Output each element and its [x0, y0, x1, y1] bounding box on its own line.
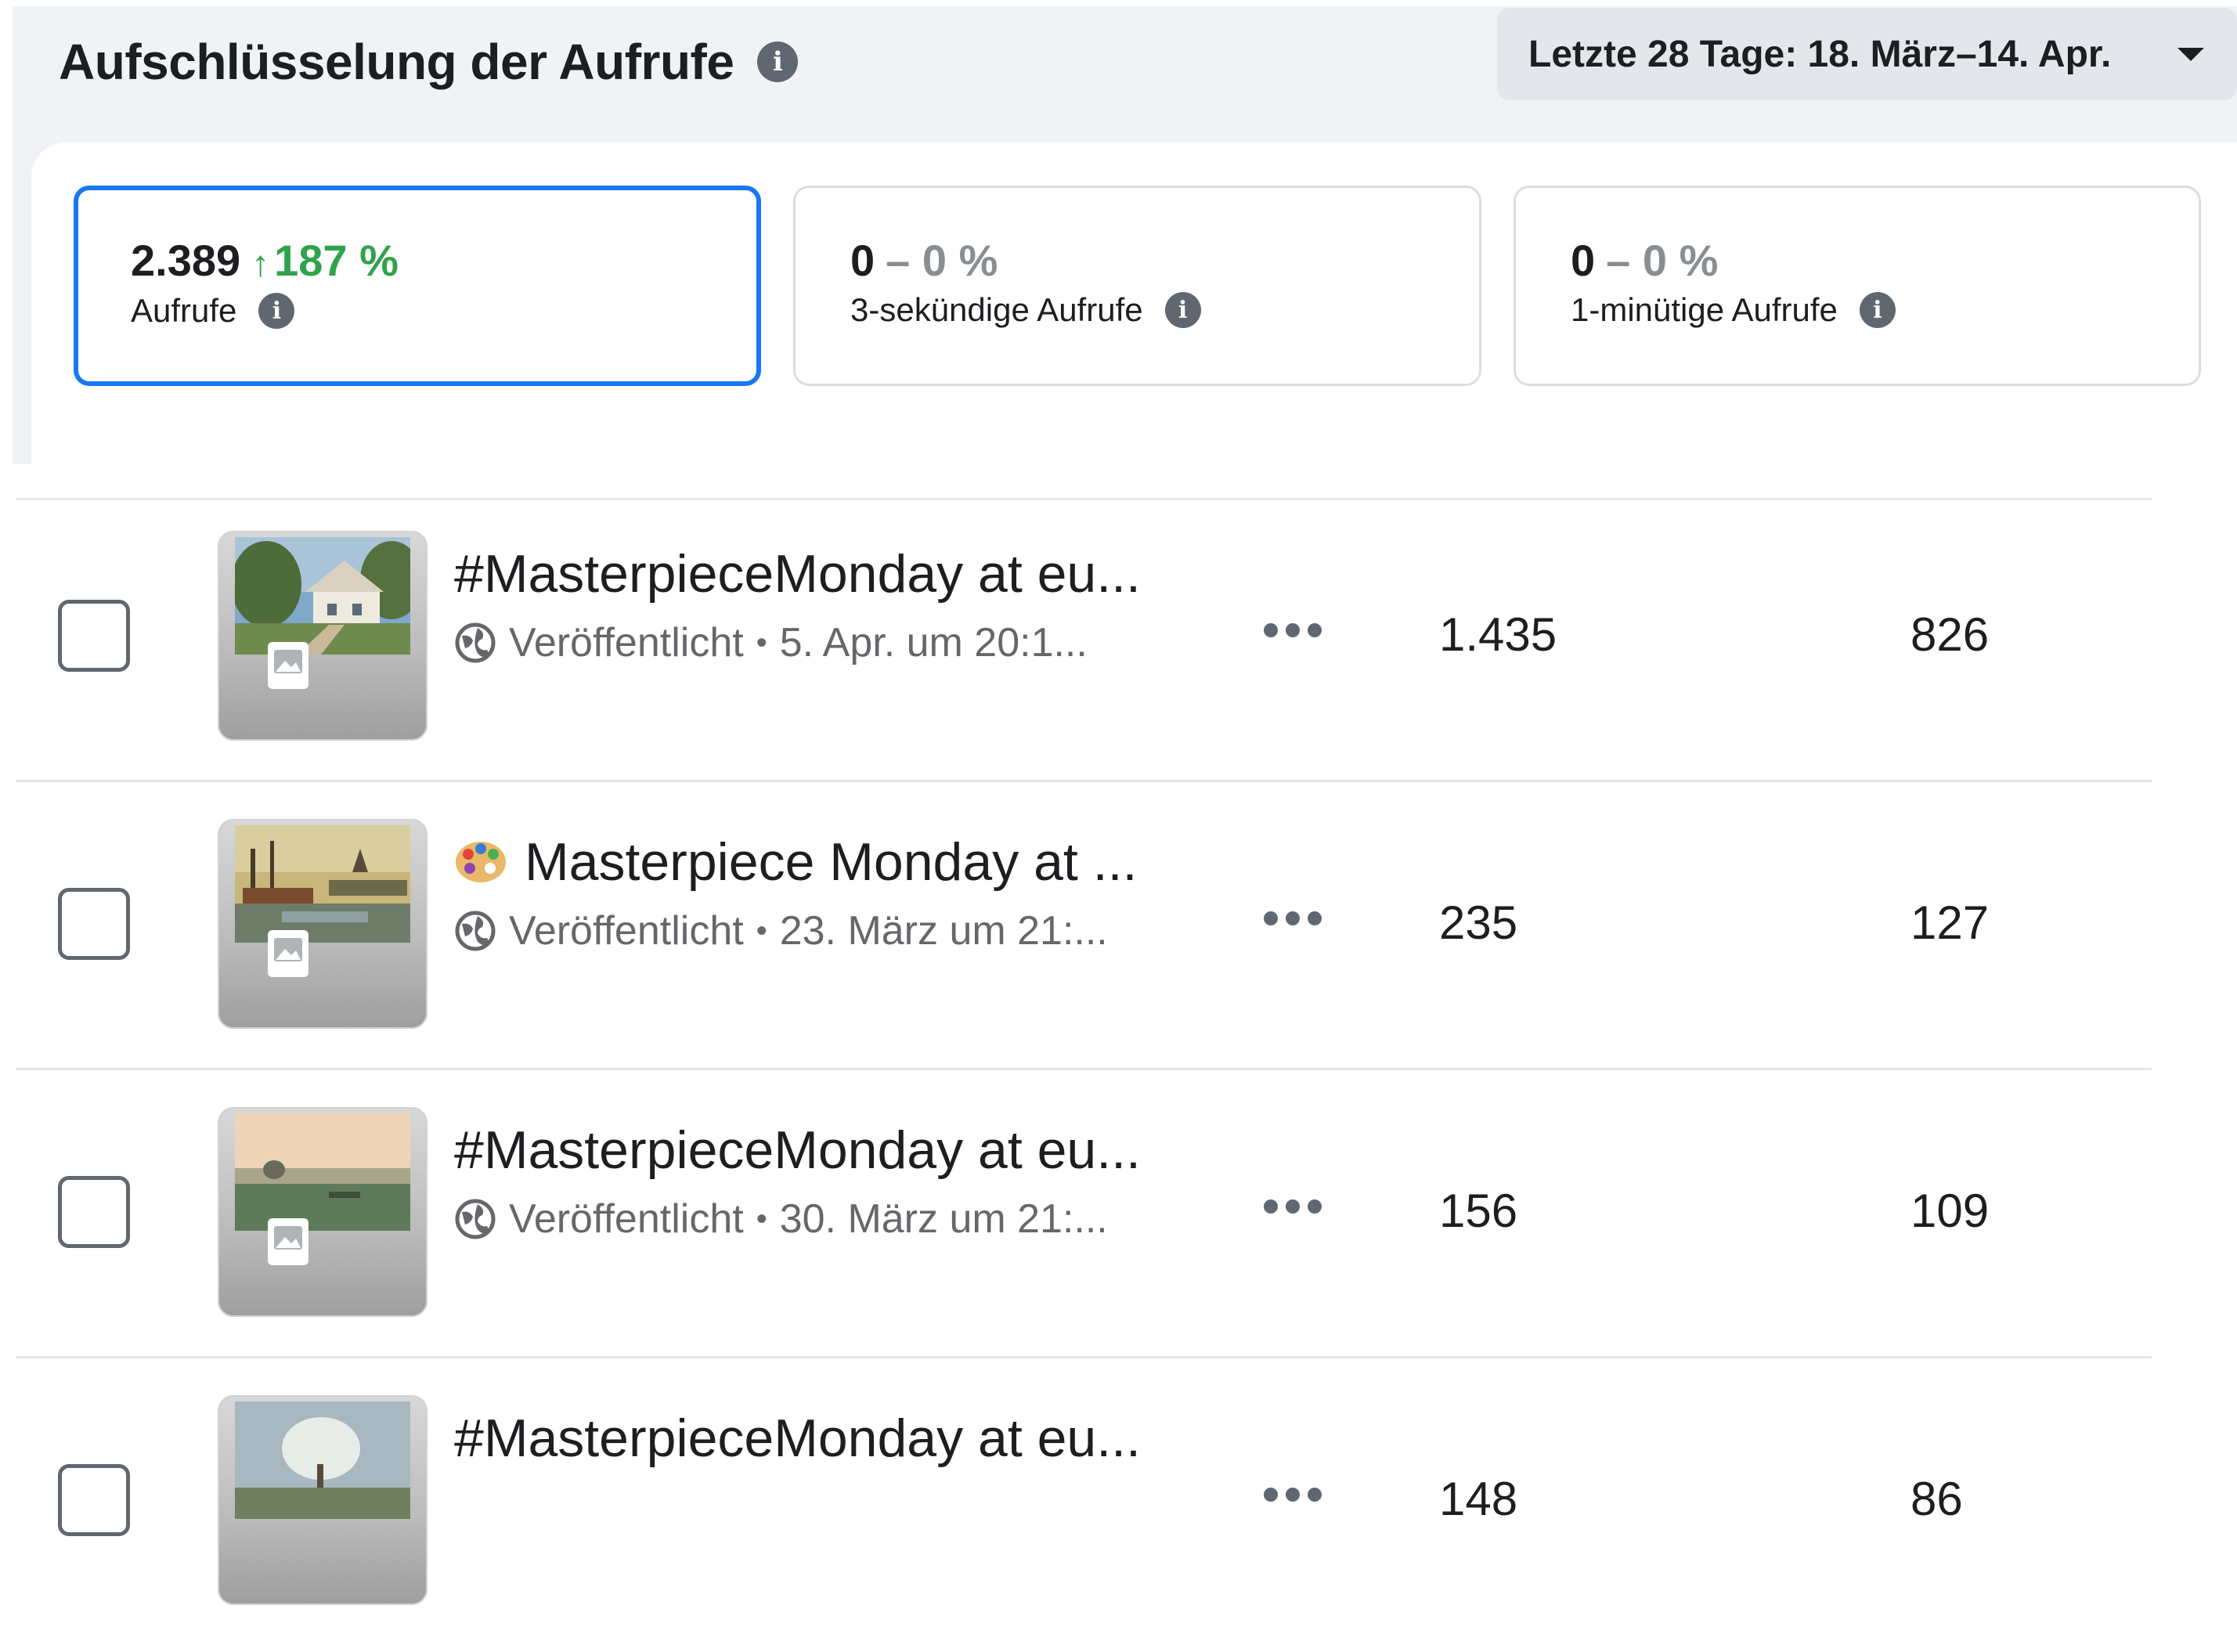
- date-range-dropdown[interactable]: Letzte 28 Tage: 18. März–14. Apr.: [1497, 8, 2237, 100]
- row-checkbox[interactable]: [58, 1464, 130, 1536]
- arrow-up-icon: ↑: [251, 243, 270, 283]
- metric-card-3s-views[interactable]: 0 – 0 % 3-sekündige Aufrufe i: [793, 186, 1481, 386]
- post-thumbnail[interactable]: [218, 1107, 428, 1317]
- metric-label-line: 1-minütige Aufrufe i: [1571, 291, 1896, 329]
- info-icon[interactable]: i: [757, 41, 799, 82]
- secondary-value: 127: [1910, 896, 1990, 949]
- post-title-text: Masterpiece Monday at ...: [525, 832, 1138, 892]
- section-title: Aufschlüsselung der Aufrufe: [59, 34, 734, 90]
- post-meta: Veröffentlicht • 30. März um 21:...: [454, 1196, 1108, 1243]
- meta-separator: •: [756, 913, 767, 948]
- views-value: 235: [1439, 896, 1518, 949]
- row-checkbox[interactable]: [58, 1176, 130, 1248]
- post-title[interactable]: #MasterpieceMonday at eu...: [454, 1408, 1141, 1469]
- more-options-icon[interactable]: [1264, 911, 1322, 925]
- post-meta: Veröffentlicht • 23. März um 21:...: [454, 907, 1108, 954]
- painting-thumbnail: [235, 825, 410, 943]
- globe-icon: [455, 1199, 496, 1239]
- meta-separator: •: [756, 1201, 767, 1236]
- views-value: 156: [1439, 1185, 1518, 1237]
- meta-separator: •: [756, 625, 767, 660]
- image-icon: [268, 642, 308, 689]
- post-thumbnail[interactable]: [218, 1395, 428, 1605]
- post-status: Veröffentlicht: [509, 1196, 744, 1242]
- metric-value-line: 0 – 0 %: [850, 235, 998, 286]
- post-date: 23. März um 21:...: [779, 908, 1108, 954]
- metric-delta: ↑ 187 %: [251, 235, 399, 286]
- section-header: Aufschlüsselung der Aufrufe i: [59, 33, 799, 91]
- metric-delta-value: – 0 %: [886, 236, 998, 285]
- metric-card-1min-views[interactable]: 0 – 0 % 1-minütige Aufrufe i: [1514, 186, 2201, 386]
- post-status: Veröffentlicht: [509, 908, 744, 954]
- secondary-value: 86: [1910, 1473, 1963, 1525]
- image-icon: [268, 930, 308, 977]
- post-meta: Veröffentlicht • 5. Apr. um 20:1...: [454, 619, 1088, 666]
- views-value: 148: [1439, 1473, 1518, 1525]
- more-options-icon[interactable]: [1264, 1488, 1322, 1502]
- metric-label-line: Aufrufe i: [131, 292, 295, 330]
- metric-value: 0: [850, 236, 875, 285]
- info-icon[interactable]: i: [1859, 292, 1896, 328]
- secondary-value: 826: [1910, 608, 1990, 661]
- post-thumbnail[interactable]: [218, 531, 428, 741]
- image-icon: [268, 1218, 308, 1265]
- globe-icon: [455, 911, 496, 951]
- post-date: 5. Apr. um 20:1...: [779, 620, 1088, 665]
- table-row[interactable]: #MasterpieceMonday at eu... Veröffentlic…: [0, 498, 2237, 788]
- views-value: 1.435: [1439, 608, 1557, 661]
- metric-value: 0: [1571, 236, 1596, 285]
- caret-down-icon: [2177, 48, 2204, 61]
- metric-label-line: 3-sekündige Aufrufe i: [850, 291, 1201, 329]
- post-date: 30. März um 21:...: [779, 1196, 1108, 1242]
- painting-thumbnail: [235, 537, 410, 655]
- metric-label: 1-minütige Aufrufe: [1571, 291, 1838, 328]
- table-row[interactable]: #MasterpieceMonday at eu... Veröffentlic…: [0, 1074, 2237, 1364]
- info-icon[interactable]: i: [258, 293, 295, 329]
- metric-value-line: 2.389 ↑ 187 %: [131, 235, 399, 286]
- metric-label: 3-sekündige Aufrufe: [850, 291, 1143, 328]
- metric-value: 2.389: [131, 236, 241, 285]
- row-checkbox[interactable]: [58, 888, 130, 960]
- secondary-value: 109: [1910, 1185, 1990, 1237]
- metric-card-views[interactable]: 2.389 ↑ 187 % Aufrufe i: [74, 186, 761, 386]
- metric-delta-value: – 0 %: [1606, 236, 1719, 285]
- painting-thumbnail: [235, 1113, 410, 1231]
- metric-delta-value: 187 %: [274, 236, 399, 285]
- globe-icon: [455, 622, 496, 663]
- metrics-container: 2.389 ↑ 187 % Aufrufe i 0 – 0 % 3-sekünd…: [31, 142, 2237, 464]
- table-row[interactable]: Masterpiece Monday at ... Veröffentlicht…: [0, 786, 2237, 1076]
- metric-label: Aufrufe: [131, 292, 237, 329]
- row-checkbox[interactable]: [58, 600, 130, 672]
- post-title[interactable]: #MasterpieceMonday at eu...: [454, 1120, 1141, 1181]
- metric-value-line: 0 – 0 %: [1571, 235, 1718, 286]
- date-range-label: Letzte 28 Tage: 18. März–14. Apr.: [1528, 33, 2112, 75]
- table-row[interactable]: #MasterpieceMonday at eu... 148 86: [0, 1362, 2237, 1652]
- more-options-icon[interactable]: [1264, 623, 1322, 637]
- post-title[interactable]: Masterpiece Monday at ...: [454, 831, 1137, 893]
- post-title[interactable]: #MasterpieceMonday at eu...: [454, 543, 1141, 604]
- more-options-icon[interactable]: [1264, 1199, 1322, 1214]
- info-icon[interactable]: i: [1164, 292, 1201, 328]
- post-status: Veröffentlicht: [509, 620, 744, 665]
- post-thumbnail[interactable]: [218, 819, 428, 1029]
- palette-icon: [456, 842, 506, 882]
